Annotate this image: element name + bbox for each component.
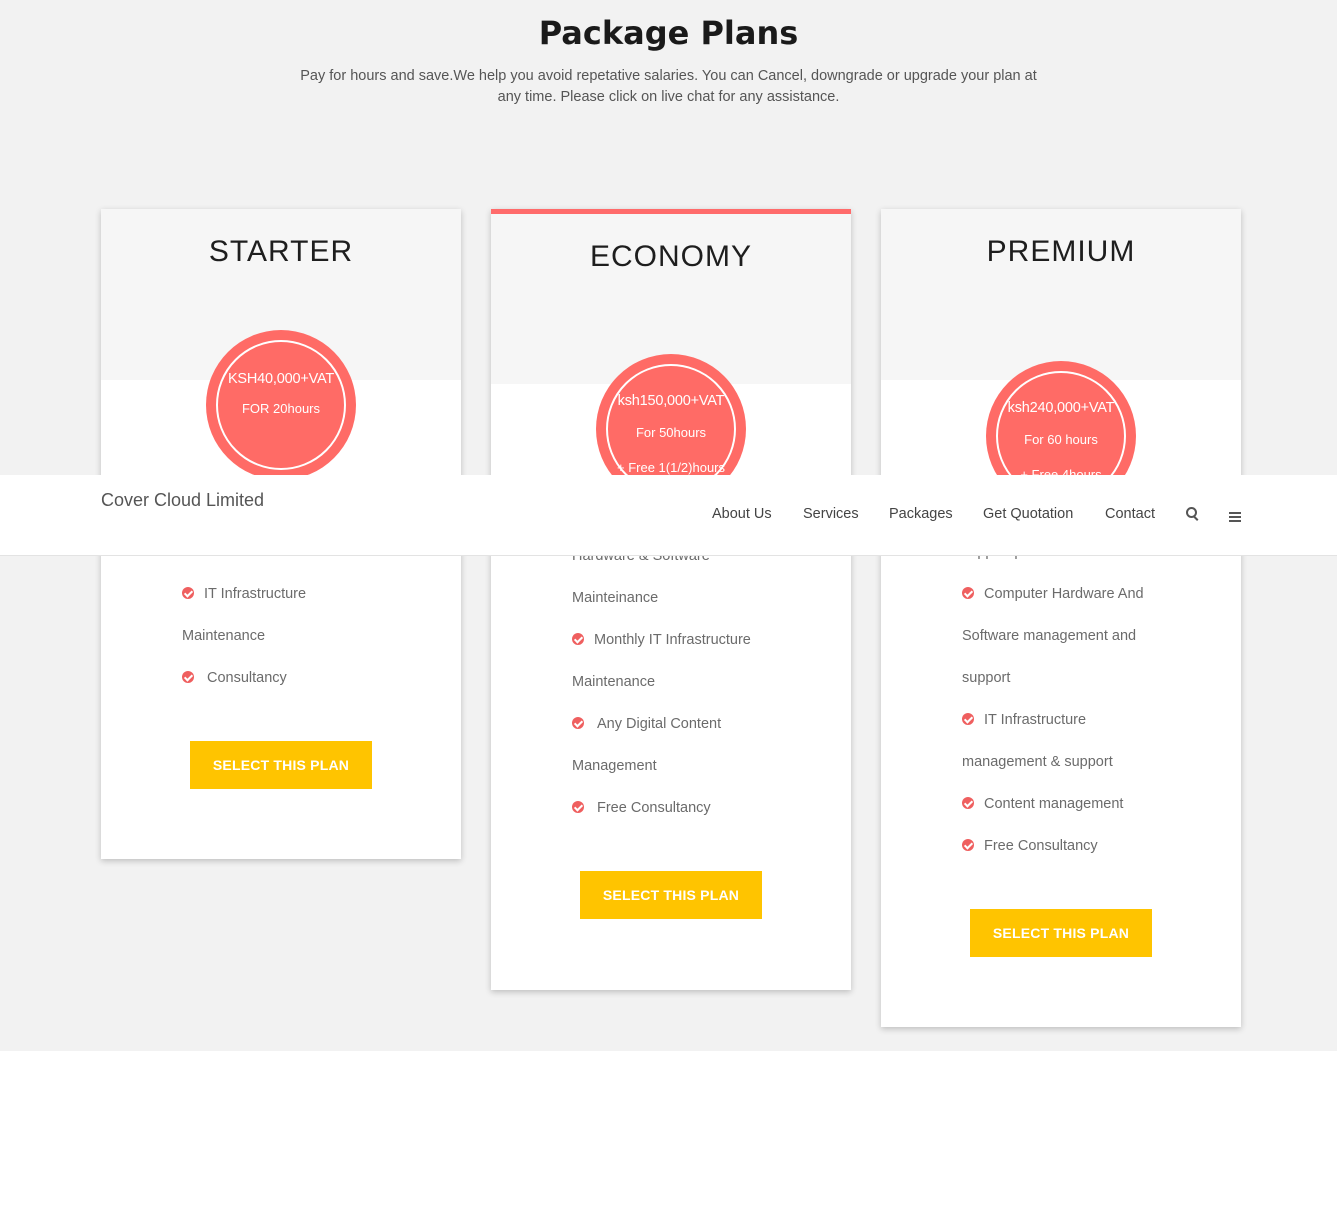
search-icon[interactable]: [1186, 507, 1198, 526]
price-hours: FOR 20hours: [241, 401, 321, 416]
check-circle-icon: [182, 671, 194, 684]
feature-text: Monthly IT Infrastructure: [594, 632, 751, 648]
page-subtitle: Pay for hours and save.We help you avoid…: [300, 68, 1037, 105]
price-extra: + Free 1(1/2)hours: [616, 460, 726, 475]
feature-text: Consultancy: [207, 670, 287, 686]
check-circle-icon: [572, 717, 584, 730]
price-hours: For 50hours: [635, 425, 707, 440]
check-circle-icon: [182, 587, 194, 600]
feature-text: IT Infrastructure: [204, 586, 307, 602]
select-plan-button-premium[interactable]: SELECT THIS PLAN: [970, 909, 1152, 957]
feature-text: Maintenance: [182, 628, 266, 644]
feature-item: Software management and: [962, 615, 1192, 657]
feature-list: Hardware & Software Mainteinance Monthly…: [572, 535, 802, 829]
feature-item: Any Digital Content: [572, 703, 802, 745]
feature-item: Management: [572, 745, 802, 787]
check-circle-icon: [962, 797, 974, 810]
check-circle-icon: [572, 801, 584, 814]
feature-item: management & support: [962, 741, 1192, 783]
feature-list: support personel Computer Hardware And S…: [962, 531, 1192, 867]
nav-item-packages[interactable]: Packages: [889, 506, 953, 522]
feature-text: IT Infrastructure: [984, 712, 1087, 728]
nav-item-get-quotation[interactable]: Get Quotation: [983, 506, 1073, 522]
feature-item: support: [962, 657, 1192, 699]
plan-name: ECONOMY: [589, 240, 752, 273]
feature-item: Maintenance: [182, 615, 412, 657]
price-badge: KSH40,000+VAT FOR 20hours: [206, 330, 356, 480]
page-title: Package Plans: [538, 14, 799, 52]
price-amount: ksh240,000+VAT: [1007, 400, 1115, 416]
feature-item: Consultancy: [182, 657, 412, 699]
feature-item: Monthly IT Infrastructure: [572, 619, 802, 661]
plan-card-premium: PREMIUM ksh240,000+VAT For 60 hours + Fr…: [881, 209, 1241, 1027]
feature-text: Software management and: [962, 628, 1137, 644]
feature-item: IT Infrastructure: [962, 699, 1192, 741]
nav-item-contact[interactable]: Contact: [1105, 506, 1155, 522]
select-plan-button-economy[interactable]: SELECT THIS PLAN: [580, 871, 762, 919]
feature-text: Free Consultancy: [984, 838, 1098, 854]
price-amount: KSH40,000+VAT: [227, 371, 335, 387]
feature-item: IT Infrastructure: [182, 573, 412, 615]
check-circle-icon: [572, 633, 584, 646]
feature-text: Computer Hardware And: [984, 586, 1144, 602]
price-hours: For 60 hours: [1024, 432, 1098, 447]
feature-text: Content management: [984, 796, 1124, 812]
feature-item: Free Consultancy: [962, 825, 1192, 867]
feature-text: Any Digital Content: [597, 716, 722, 732]
feature-text: Maintenance: [572, 674, 656, 690]
feature-item: Free Consultancy: [572, 787, 802, 829]
feature-text: management & support: [962, 754, 1113, 770]
feature-item: Content management: [962, 783, 1192, 825]
check-circle-icon: [962, 839, 974, 852]
feature-item: Maintenance: [572, 661, 802, 703]
feature-text: Free Consultancy: [597, 800, 711, 816]
top-navbar: Cover Cloud Limited About Us Services Pa…: [0, 475, 1337, 556]
feature-text: support: [962, 670, 1011, 686]
plan-name: PREMIUM: [986, 235, 1136, 268]
plan-name: STARTER: [208, 235, 354, 268]
feature-list: Software Maintenance IT Infrastructure M…: [182, 531, 412, 699]
feature-item: Mainteinance: [572, 577, 802, 619]
feature-item: Computer Hardware And: [962, 573, 1192, 615]
nav-item-about-us[interactable]: About Us: [712, 506, 772, 522]
brand-logo-text[interactable]: Cover Cloud Limited: [101, 490, 264, 511]
feature-text: Management: [572, 758, 657, 774]
feature-text: Mainteinance: [572, 590, 659, 606]
menu-icon[interactable]: [1229, 509, 1241, 527]
plan-card-economy: ECONOMY ksh150,000+VAT For 50hours + Fre…: [491, 209, 851, 990]
price-amount: ksh150,000+VAT: [617, 393, 725, 409]
nav-item-services[interactable]: Services: [803, 506, 859, 522]
check-circle-icon: [962, 713, 974, 726]
check-circle-icon: [962, 587, 974, 600]
select-plan-button-starter[interactable]: SELECT THIS PLAN: [190, 741, 372, 789]
